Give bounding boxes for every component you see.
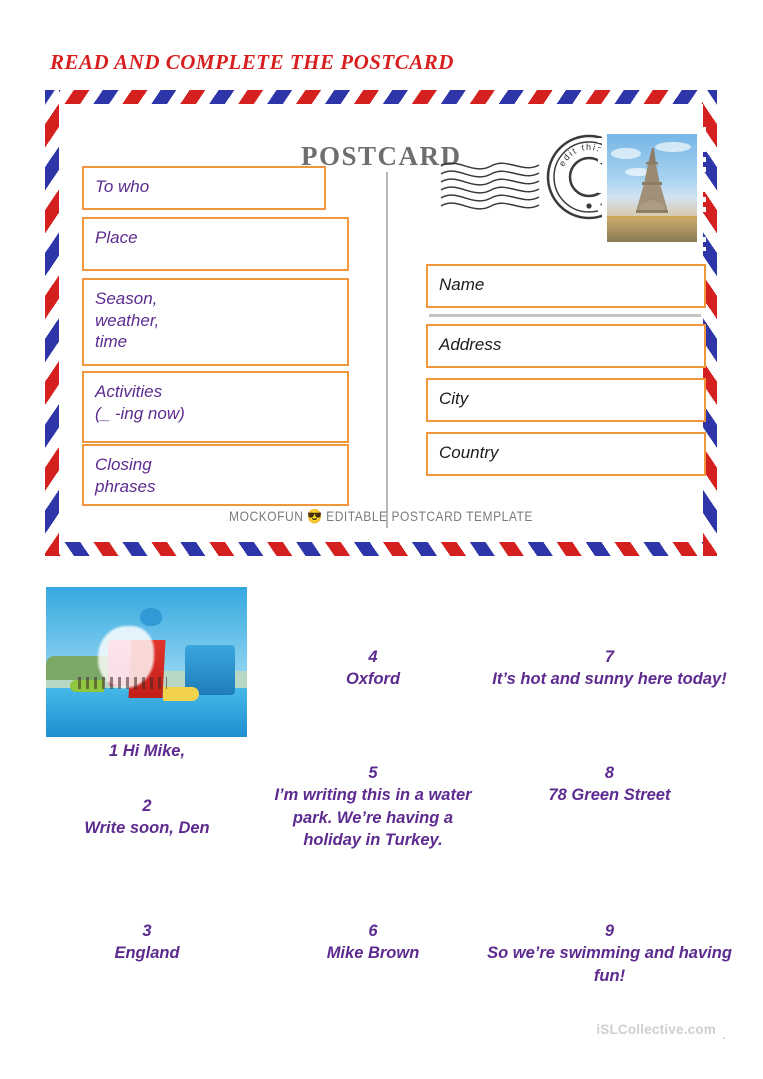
item-2-text: Write soon, Den (84, 819, 210, 838)
item-2-number: 2 (142, 797, 152, 815)
exercise-item-7: 7 It’s hot and sunny here today! (487, 646, 732, 691)
field-closing[interactable]: Closing phrases (82, 444, 349, 506)
postcard-template: POSTCARD To who Place Season, weather, t… (45, 90, 717, 556)
item-7-number: 7 (604, 648, 615, 666)
field-address[interactable]: Address (426, 324, 706, 368)
item-6-text: Mike Brown (326, 944, 420, 963)
cancellation-waves-icon (440, 162, 540, 210)
item-3-text: England (114, 944, 180, 963)
postage-stamp (598, 125, 706, 251)
item-3-number: 3 (142, 922, 152, 940)
exercise-item-6: 6 Mike Brown (262, 920, 484, 965)
postcard-inner: POSTCARD To who Place Season, weather, t… (59, 104, 706, 542)
field-place[interactable]: Place (82, 217, 349, 271)
watermark-dot: . (722, 1027, 726, 1042)
postcard-divider (386, 172, 388, 528)
exercise-item-9: 9 So we’re swimming and having fun! (487, 920, 732, 987)
sunglasses-emoji-icon: 😎 (307, 508, 323, 524)
item-6-number: 6 (368, 922, 378, 940)
mockofun-footer: MOCKOFUN 😎 EDITABLE POSTCARD TEMPLATE (104, 508, 658, 525)
field-to-who[interactable]: To who (82, 166, 326, 210)
exercise-item-2: 2 Write soon, Den (36, 795, 258, 840)
item-8-number: 8 (604, 764, 615, 782)
airmail-border-right (703, 90, 717, 556)
airmail-border-bottom (45, 542, 717, 556)
field-season[interactable]: Season, weather, time (82, 278, 349, 366)
item-8-text: 78 Green Street (548, 786, 671, 805)
field-name[interactable]: Name (426, 264, 706, 308)
field-city[interactable]: City (426, 378, 706, 422)
item-5-text: I’m writing this in a water park. We’re … (274, 786, 472, 849)
exercise-item-1: 1 Hi Mike, (36, 740, 258, 762)
page-title: READ AND COMPLETE THE POSTCARD (50, 50, 454, 74)
address-rule (429, 314, 701, 317)
islcollective-watermark: iSLCollective.com (596, 1022, 716, 1037)
item-7-text: It’s hot and sunny here today! (492, 670, 727, 689)
item-4-text: Oxford (345, 670, 401, 689)
mockofun-brand: MOCKOFUN (229, 508, 304, 524)
item-9-text: So we’re swimming and having fun! (487, 944, 732, 985)
eiffel-tower-icon (607, 134, 697, 242)
exercise-item-3: 3 England (36, 920, 258, 965)
item-1-line: 1 Hi Mike, (108, 742, 186, 760)
item-4-number: 4 (368, 648, 378, 666)
airmail-border-top (45, 90, 717, 104)
field-country[interactable]: Country (426, 432, 706, 476)
item-9-number: 9 (604, 922, 615, 940)
mockofun-tagline: EDITABLE POSTCARD TEMPLATE (326, 508, 533, 524)
water-park-photo (46, 587, 247, 737)
airmail-border-left (45, 90, 59, 556)
exercise-item-8: 8 78 Green Street (487, 762, 732, 807)
exercise-item-5: 5 I’m writing this in a water park. We’r… (262, 762, 484, 851)
exercise-item-4: 4 Oxford (262, 646, 484, 691)
item-5-number: 5 (368, 764, 378, 782)
field-activities[interactable]: Activities (_ -ing now) (82, 371, 349, 443)
